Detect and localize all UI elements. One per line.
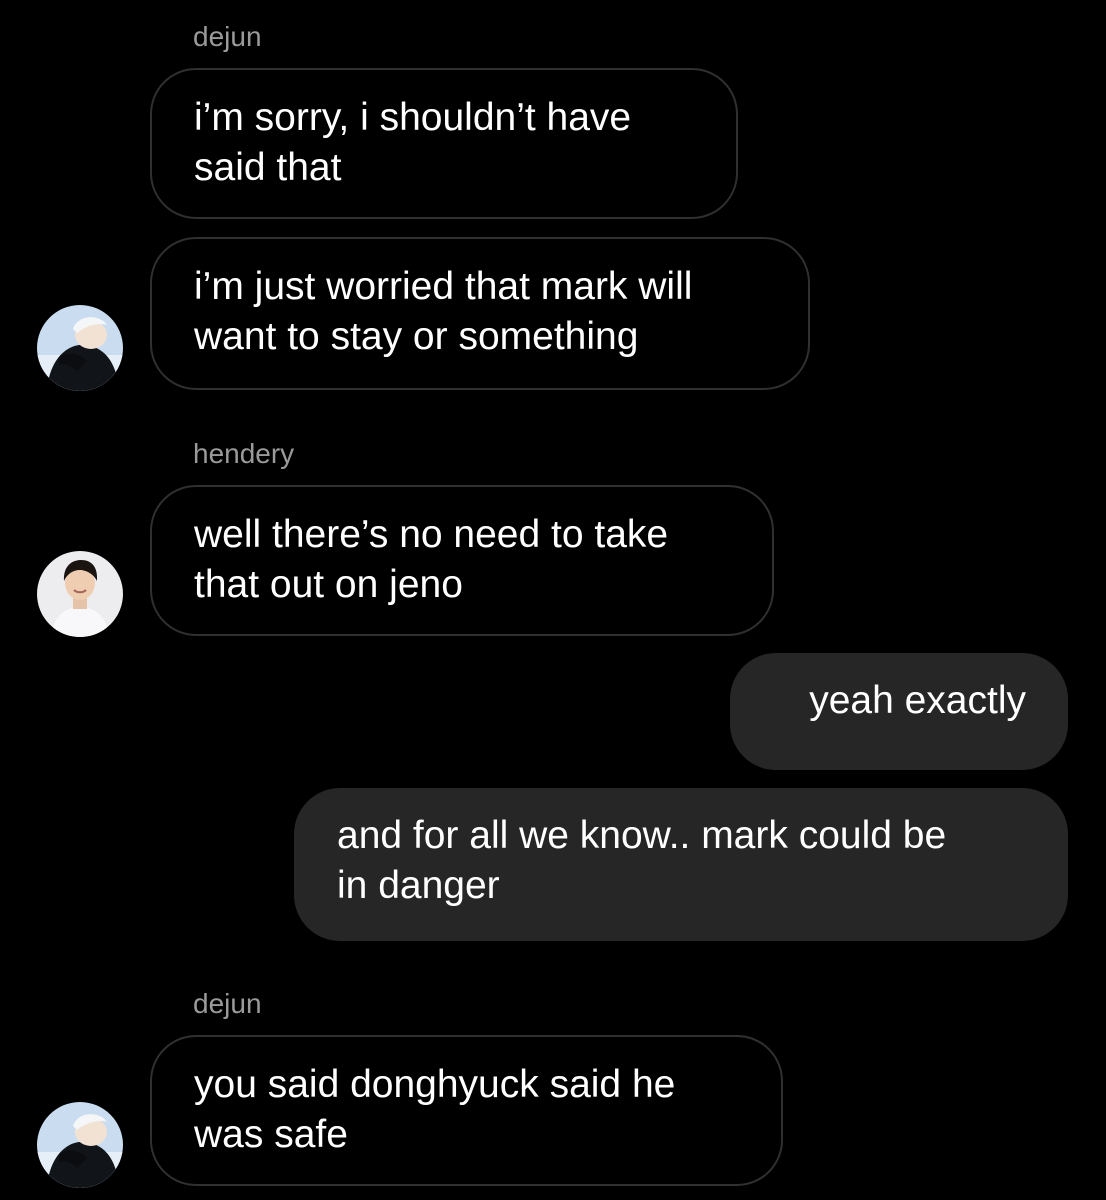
avatar-dejun[interactable] [37,305,123,391]
profile-photo-dejun-icon [37,1102,123,1188]
sender-name-dejun: dejun [193,988,262,1019]
profile-photo-hendery-icon [37,551,123,637]
profile-photo-dejun-icon [37,305,123,391]
sender-name-dejun: dejun [193,21,262,52]
message-bubble-outgoing[interactable]: yeah exactly [730,653,1068,770]
avatar-dejun[interactable] [37,1102,123,1188]
message-bubble-incoming[interactable]: well there’s no need to take that out on… [150,485,774,636]
message-bubble-outgoing[interactable]: and for all we know.. mark could be in d… [294,788,1068,941]
avatar-hendery[interactable] [37,551,123,637]
message-bubble-incoming[interactable]: you said donghyuck said he was safe [150,1035,783,1186]
sender-name-hendery: hendery [193,438,295,469]
message-bubble-incoming[interactable]: i’m sorry, i shouldn’t have said that [150,68,738,219]
message-bubble-incoming[interactable]: i’m just worried that mark will want to … [150,237,810,390]
